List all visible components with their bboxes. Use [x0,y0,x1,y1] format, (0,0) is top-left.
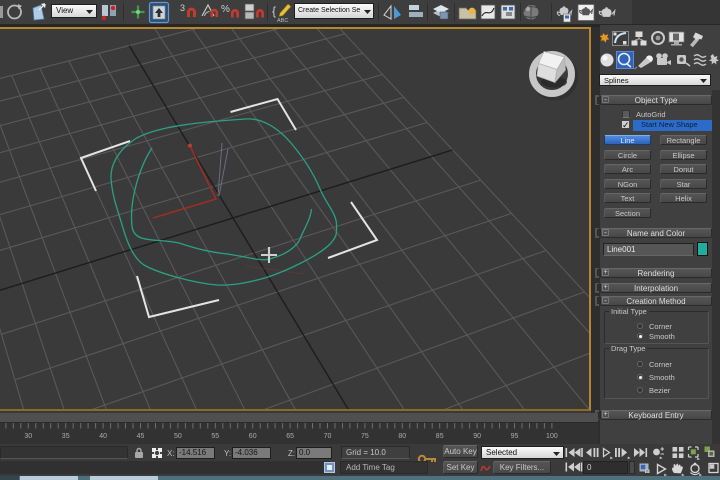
svg-text:80: 80 [398,433,406,440]
svg-text:%: % [221,4,230,15]
svg-text:40: 40 [99,433,107,440]
svg-text:75: 75 [361,433,369,440]
svg-text:85: 85 [436,433,444,440]
svg-text:60: 60 [249,433,257,440]
svg-text:3: 3 [180,3,185,13]
svg-text:45: 45 [137,433,145,440]
svg-text:100: 100 [546,433,558,440]
svg-text:70: 70 [324,433,332,440]
svg-text:90: 90 [473,433,481,440]
svg-text:50: 50 [174,433,182,440]
svg-text:30: 30 [24,433,32,440]
svg-text:{: { [272,4,276,18]
svg-text:ABC: ABC [277,18,288,24]
svg-text:35: 35 [62,433,70,440]
svg-text:65: 65 [286,433,294,440]
svg-text:95: 95 [511,433,519,440]
svg-text:55: 55 [211,433,219,440]
